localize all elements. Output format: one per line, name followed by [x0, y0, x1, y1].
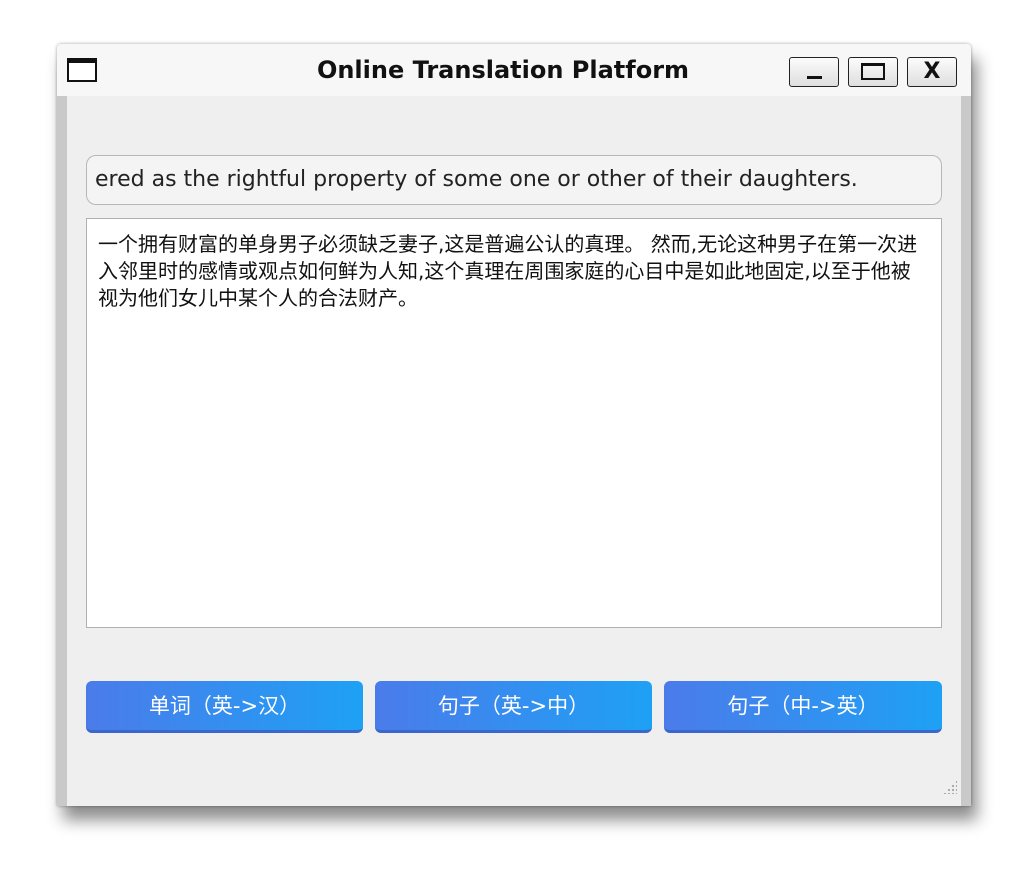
translation-output-textarea[interactable]: 一个拥有财富的单身男子必须缺乏妻子,这是普遍公认的真理。 然而,无论这种男子在第… — [86, 218, 942, 628]
close-icon: X — [923, 59, 941, 84]
window-frame-right — [961, 96, 971, 806]
window-icon — [67, 58, 97, 82]
window-frame-left — [57, 96, 67, 806]
maximize-icon — [861, 63, 885, 80]
window-title: Online Translation Platform — [316, 56, 690, 84]
source-text-input[interactable]: ered as the rightful property of some on… — [86, 155, 942, 205]
translate-word-en-zh-button[interactable]: 单词（英->汉） — [86, 681, 363, 733]
maximize-button[interactable] — [848, 57, 898, 87]
title-bar[interactable]: Online Translation Platform X — [57, 44, 971, 96]
translate-sentence-zh-en-button[interactable]: 句子（中->英） — [664, 681, 942, 733]
translate-sentence-en-zh-button[interactable]: 句子（英->中） — [375, 681, 652, 733]
resize-grip-icon[interactable] — [943, 780, 957, 794]
close-button[interactable]: X — [907, 57, 957, 87]
translation-window: Online Translation Platform X ered as th… — [57, 44, 971, 806]
source-text-value: ered as the rightful property of some on… — [95, 167, 858, 192]
minimize-icon — [807, 76, 822, 79]
minimize-button[interactable] — [789, 57, 839, 87]
